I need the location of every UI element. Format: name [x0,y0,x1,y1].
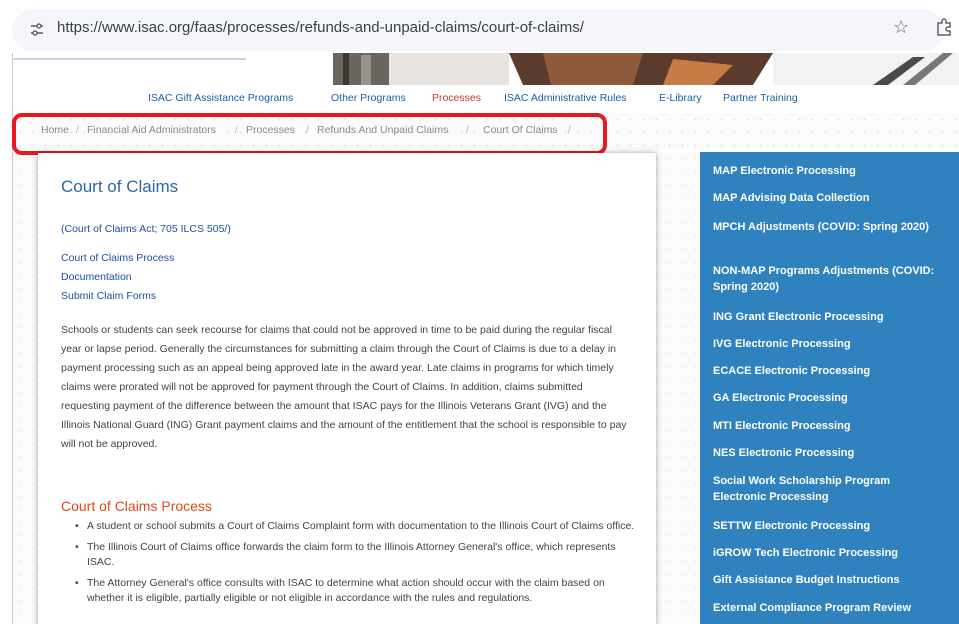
sidebar-menu: MAP Electronic Processing MAP Advising D… [700,152,959,624]
tune-icon[interactable] [30,22,44,38]
list-item: • A student or school submits a Court of … [75,520,635,532]
link-submit-claim-forms[interactable]: Submit Claim Forms [61,290,156,302]
breadcrumb-highlight-box [12,113,607,155]
nav-e-library[interactable]: E-Library [659,92,702,104]
nav-partner-training[interactable]: Partner Training [723,92,798,104]
process-steps-list: • A student or school submits a Court of … [61,519,641,612]
link-documentation[interactable]: Documentation [61,271,132,283]
sidebar-item-ecace[interactable]: ECACE Electronic Processing [713,363,941,379]
section-heading: Court of Claims Process [61,498,212,514]
banner-image [313,53,959,85]
sidebar-item-social-work-scholarship[interactable]: Social Work Scholarship Program Electron… [713,473,941,505]
banner-divider [14,58,246,60]
intro-paragraph: Schools or students can seek recourse fo… [61,324,627,450]
list-item: • The Attorney General's office consults … [75,576,605,605]
sidebar-item-settw[interactable]: SETTW Electronic Processing [713,518,941,534]
browser-window: https://www.isac.org/faas/processes/refu… [0,0,959,624]
nav-other-programs[interactable]: Other Programs [331,92,406,104]
sidebar-item-mpch-adjustments[interactable]: MPCH Adjustments (COVID: Spring 2020) [713,219,941,235]
nav-gift-assistance-programs[interactable]: ISAC Gift Assistance Programs [148,92,293,104]
list-item: • The Illinois Court of Claims office for… [75,540,616,569]
sidebar-item-map-electronic-processing[interactable]: MAP Electronic Processing [713,163,941,179]
sidebar-item-ga[interactable]: GA Electronic Processing [713,390,941,406]
nav-administrative-rules[interactable]: ISAC Administrative Rules [504,92,627,104]
main-content: Court of Claims (Court of Claims Act; 70… [38,153,656,624]
sidebar-item-gift-assistance-budget[interactable]: Gift Assistance Budget Instructions [713,572,941,588]
url-text[interactable]: https://www.isac.org/faas/processes/refu… [57,19,584,36]
act-reference: (Court of Claims Act; 705 ILCS 505/) [61,223,231,235]
sidebar-item-igrow-tech[interactable]: iGROW Tech Electronic Processing [713,545,941,561]
sidebar-item-mti[interactable]: MTI Electronic Processing [713,418,941,434]
list-item-text: A student or school submits a Court of C… [87,520,635,532]
page-title: Court of Claims [61,177,179,196]
puzzle-icon[interactable] [936,18,952,36]
nav-processes[interactable]: Processes [432,92,481,104]
sidebar-item-nes[interactable]: NES Electronic Processing [713,445,941,461]
star-icon[interactable]: ☆ [893,17,909,38]
link-court-of-claims-process[interactable]: Court of Claims Process [61,252,174,264]
sidebar-item-external-compliance[interactable]: External Compliance Program Review [713,600,941,616]
list-item-text: The Attorney General's office consults w… [87,576,605,605]
sidebar-item-ivg[interactable]: IVG Electronic Processing [713,336,941,352]
sidebar-item-map-advising-data-collection[interactable]: MAP Advising Data Collection [713,190,941,206]
sidebar-item-non-map-adjustments[interactable]: NON-MAP Programs Adjustments (COVID: Spr… [713,263,941,295]
top-navigation: ISAC Gift Assistance Programs Other Prog… [13,87,959,111]
sidebar-item-ing-grant[interactable]: ING Grant Electronic Processing [713,309,941,325]
list-item-text: The Illinois Court of Claims office forw… [87,540,616,569]
